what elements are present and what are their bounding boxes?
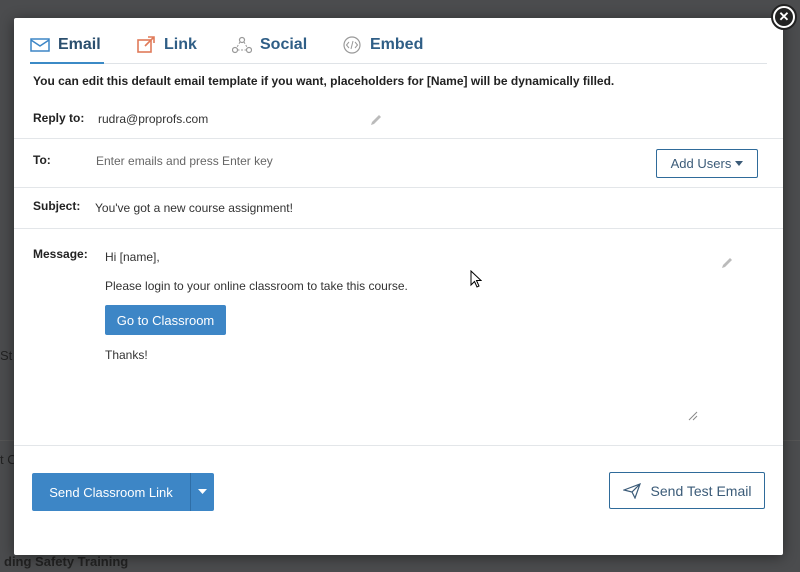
tab-social[interactable]: Social	[232, 32, 307, 64]
paper-plane-icon	[622, 482, 641, 499]
background-text: St	[0, 348, 13, 363]
reply-to-value: rudra@proprofs.com	[98, 112, 209, 126]
message-body: Please login to your online classroom to…	[105, 279, 408, 293]
tab-email[interactable]: Email	[30, 32, 104, 64]
edit-message-icon[interactable]	[720, 256, 734, 270]
resize-handle-icon[interactable]	[688, 411, 698, 421]
tab-link[interactable]: Link	[136, 32, 197, 64]
add-users-button[interactable]: Add Users	[656, 149, 758, 178]
add-users-label: Add Users	[670, 156, 732, 171]
caret-down-icon	[735, 160, 744, 166]
message-greeting: Hi [name],	[105, 250, 160, 264]
divider	[14, 187, 783, 188]
share-tabs: Email Link Social Embed	[30, 32, 767, 64]
template-notice: You can edit this default email template…	[33, 74, 615, 88]
message-signoff: Thanks!	[105, 348, 148, 362]
close-icon: ✕	[775, 8, 793, 26]
edit-reply-to-icon[interactable]	[369, 113, 383, 127]
divider	[14, 138, 783, 139]
background-course-title: ding Safety Training	[4, 554, 129, 569]
subject-label: Subject:	[33, 199, 81, 213]
go-to-classroom-button[interactable]: Go to Classroom	[105, 305, 226, 335]
to-email-input[interactable]	[96, 150, 636, 172]
tab-embed[interactable]: Embed	[342, 32, 423, 64]
external-link-icon	[137, 36, 155, 53]
tab-label: Embed	[370, 36, 424, 53]
tab-label: Social	[260, 36, 308, 53]
to-label: To:	[33, 153, 51, 167]
send-classroom-link-label: Send Classroom Link	[49, 484, 173, 500]
message-label: Message:	[33, 247, 88, 261]
divider	[14, 445, 783, 446]
share-course-modal: Email Link Social Embed You can edit thi…	[14, 18, 783, 555]
divider	[14, 228, 783, 229]
close-modal-button[interactable]: ✕	[771, 4, 797, 30]
send-test-email-label: Send Test Email	[650, 482, 752, 499]
reply-to-label: Reply to:	[33, 111, 85, 125]
tab-label: Link	[164, 36, 197, 53]
envelope-icon	[30, 38, 50, 52]
code-icon	[343, 36, 361, 54]
message-editor[interactable]: Hi [name], Please login to your online c…	[102, 240, 702, 426]
send-classroom-link-button[interactable]: Send Classroom Link	[32, 473, 214, 511]
mouse-cursor-icon	[470, 270, 482, 288]
caret-down-icon	[198, 489, 207, 494]
share-nodes-icon	[232, 36, 252, 54]
tab-label: Email	[58, 36, 101, 53]
subject-value[interactable]: You've got a new course assignment!	[95, 201, 293, 215]
send-test-email-button[interactable]: Send Test Email	[609, 472, 765, 509]
send-options-dropdown[interactable]	[190, 473, 214, 511]
